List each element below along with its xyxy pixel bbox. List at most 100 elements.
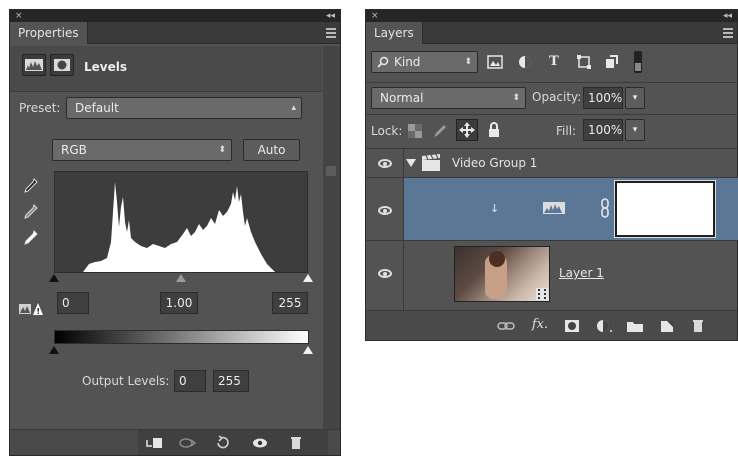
output-white-slider[interactable] (303, 346, 313, 354)
filter-pixel-icon[interactable] (487, 54, 503, 70)
lock-image-pixels-icon[interactable] (432, 123, 448, 139)
collapse-icon[interactable]: ◂◂ (326, 10, 335, 22)
add-mask-icon[interactable] (562, 318, 582, 334)
output-levels-label: Output Levels: (82, 374, 170, 388)
new-layer-icon[interactable] (657, 318, 677, 334)
input-black-field[interactable]: 0 (57, 292, 89, 314)
panel-menu-icon[interactable] (322, 27, 336, 39)
levels-adjustment-icon (543, 202, 565, 214)
visibility-eye-icon[interactable] (378, 159, 392, 168)
lock-position-button[interactable] (456, 119, 478, 141)
fx-icon[interactable]: fx. (530, 317, 550, 333)
output-black-field[interactable]: 0 (174, 370, 206, 392)
visibility-eye-icon[interactable] (378, 206, 392, 215)
fill-label: Fill: (556, 124, 577, 138)
trash-icon[interactable] (688, 318, 708, 334)
opacity-slider-button[interactable]: ▾ (625, 87, 645, 109)
properties-tab-bar: Properties (10, 22, 340, 44)
dropdown-arrows-icon: ▴ (291, 103, 296, 113)
properties-bottom-bar (10, 429, 340, 455)
clip-to-layer-icon[interactable] (144, 435, 164, 451)
panel-menu-icon[interactable] (719, 27, 733, 39)
properties-title-bar: × ◂◂ (10, 10, 340, 22)
layer-row-group[interactable]: Video Group 1 (366, 149, 737, 177)
collapse-icon[interactable]: ◂◂ (723, 10, 732, 22)
preset-dropdown[interactable]: Default ▴ (66, 97, 302, 119)
move-arrows-icon (459, 122, 475, 138)
clipping-warning-icon[interactable]: ! (19, 302, 45, 316)
expand-triangle-icon[interactable] (406, 159, 416, 167)
preset-value: Default (75, 101, 119, 115)
fill-slider-button[interactable]: ▾ (625, 119, 645, 141)
output-black-slider[interactable] (49, 346, 59, 354)
input-white-slider[interactable] (303, 274, 313, 282)
dropdown-arrows-icon: ⬍ (512, 93, 520, 103)
dropdown-arrows-icon: ⬍ (218, 145, 226, 155)
layers-tab-bar: Layers (366, 22, 737, 44)
opacity-field[interactable]: 100% (583, 87, 623, 109)
input-gamma-slider[interactable] (176, 274, 186, 282)
new-group-icon[interactable] (625, 318, 645, 334)
white-point-eyedropper-icon[interactable] (23, 229, 39, 247)
film-strip-icon (536, 288, 548, 300)
blend-mode-dropdown[interactable]: Normal ⬍ (371, 87, 526, 109)
layers-bottom-bar: fx. (366, 310, 737, 340)
filter-smart-object-icon[interactable] (604, 54, 620, 70)
clipping-arrow-icon: ↓ (490, 202, 500, 215)
input-white-field[interactable]: 255 (272, 292, 308, 314)
layers-title-bar: × ◂◂ (366, 10, 737, 22)
close-icon[interactable]: × (15, 10, 23, 22)
filter-adjustment-icon[interactable] (517, 54, 533, 70)
lock-all-icon[interactable] (487, 122, 501, 138)
blend-mode-value: Normal (380, 91, 424, 105)
properties-panel: × ◂◂ Properties Levels Preset: Default ▴… (9, 9, 341, 456)
layer-mask-icon[interactable] (50, 54, 74, 76)
layer-row-layer-1[interactable]: Layer 1 (366, 241, 737, 307)
thumbnail-head (489, 251, 505, 267)
tab-properties[interactable]: Properties (10, 22, 88, 44)
new-adjustment-layer-icon[interactable] (594, 318, 614, 334)
fill-field[interactable]: 100% (583, 119, 623, 141)
trash-icon[interactable] (286, 435, 306, 451)
close-icon[interactable]: × (371, 10, 379, 22)
layer-row-levels[interactable]: ↓ (404, 178, 738, 240)
input-gamma-field[interactable]: 1.00 (160, 292, 198, 314)
channel-value: RGB (61, 143, 87, 157)
view-previous-state-icon[interactable] (178, 435, 198, 451)
visibility-eye-icon[interactable] (378, 269, 392, 278)
layer-mask-thumbnail[interactable] (614, 180, 716, 238)
layers-panel: × ◂◂ Layers Kind ⬍ T Normal ⬍ Opacity: 1… (365, 9, 738, 341)
divider (366, 82, 737, 83)
scrollbar-thumb[interactable] (326, 166, 336, 176)
layer-name[interactable]: Layer 1 (559, 266, 604, 280)
group-name[interactable]: Video Group 1 (452, 156, 537, 170)
svg-text:!: ! (36, 307, 40, 316)
lock-label: Lock: (371, 124, 403, 138)
opacity-label: Opacity: (532, 90, 582, 104)
auto-button[interactable]: Auto (243, 139, 300, 161)
levels-adjustment-icon (22, 54, 46, 76)
tab-layers[interactable]: Layers (366, 22, 423, 44)
visibility-eye-icon[interactable] (250, 435, 270, 451)
video-group-icon (422, 154, 440, 171)
filter-type-icon[interactable]: T (546, 54, 562, 70)
gray-point-eyedropper-icon[interactable] (23, 203, 39, 221)
filter-toggle-switch[interactable] (634, 51, 642, 73)
properties-scrollbar[interactable] (323, 46, 340, 429)
divider (366, 114, 737, 115)
filter-kind-dropdown[interactable]: Kind ⬍ (371, 51, 478, 73)
lock-transparent-pixels-icon[interactable] (408, 124, 422, 138)
filter-kind-value: Kind (394, 55, 421, 69)
adjustment-header: Levels (10, 46, 322, 92)
link-layers-icon[interactable] (496, 318, 516, 334)
preset-label: Preset: (19, 101, 61, 115)
output-white-field[interactable]: 255 (213, 370, 249, 392)
channel-dropdown[interactable]: RGB ⬍ (52, 139, 232, 161)
mask-link-icon[interactable] (600, 198, 610, 218)
reset-icon[interactable] (213, 435, 233, 451)
black-point-eyedropper-icon[interactable] (23, 177, 39, 195)
search-icon (377, 56, 389, 68)
input-black-slider[interactable] (49, 274, 59, 282)
histogram-graph (83, 182, 275, 272)
filter-shape-icon[interactable] (576, 54, 592, 70)
